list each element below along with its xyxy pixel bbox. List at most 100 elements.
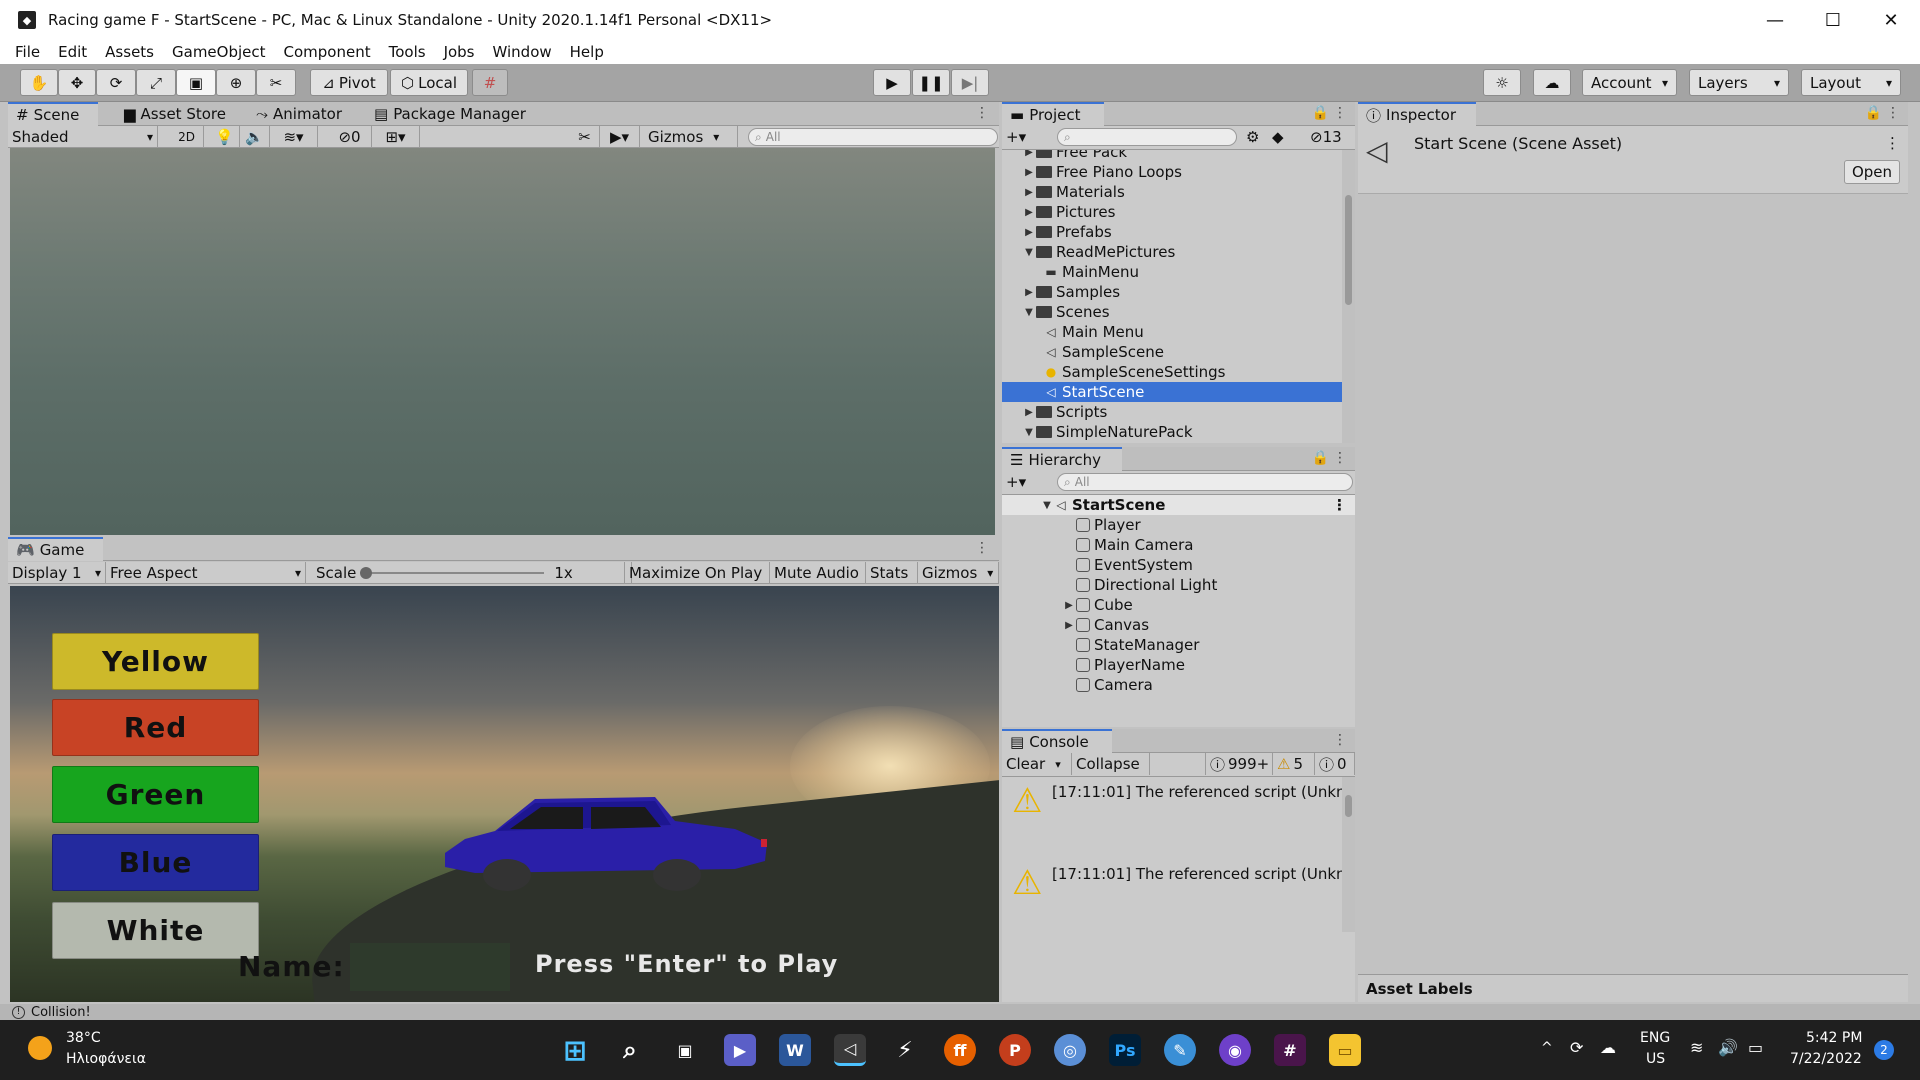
maximize-button[interactable]: ☐ bbox=[1804, 0, 1862, 40]
scene-search-input[interactable]: ⌕ All bbox=[748, 128, 998, 146]
tab-game[interactable]: 🎮 Game bbox=[8, 537, 103, 561]
warning-filter-toggle[interactable]: ⚠ 5 bbox=[1273, 753, 1315, 775]
hierarchy-menu-icon[interactable]: ⋮ bbox=[1333, 450, 1347, 466]
cloud-icon[interactable]: ☁ bbox=[1533, 69, 1571, 96]
paint-icon[interactable]: ✎ bbox=[1164, 1034, 1196, 1066]
account-dropdown[interactable]: Account bbox=[1582, 69, 1677, 96]
scene-viewport[interactable] bbox=[10, 148, 995, 535]
tab-package-manager[interactable]: ▤ Package Manager bbox=[366, 102, 534, 126]
file-explorer-icon[interactable]: ▭ bbox=[1329, 1034, 1361, 1066]
project-scrollbar[interactable] bbox=[1342, 150, 1355, 443]
grid-snap-icon[interactable]: # bbox=[472, 69, 508, 96]
expand-arrow-icon[interactable]: ▶ bbox=[1062, 600, 1076, 611]
game-viewport[interactable]: Yellow Red Green Blue White Name: Press … bbox=[10, 586, 999, 1002]
status-message[interactable]: Collision! bbox=[31, 1005, 91, 1020]
project-item[interactable]: ◁ SampleScene bbox=[1002, 342, 1342, 362]
hand-tool-icon[interactable]: ✋ bbox=[20, 69, 58, 96]
console-scroll-thumb[interactable] bbox=[1345, 795, 1352, 817]
project-item[interactable]: ▶ Free Pack bbox=[1002, 150, 1342, 162]
network-globe-icon[interactable]: ◎ bbox=[1054, 1034, 1086, 1066]
tab-project[interactable]: ▬ Project bbox=[1002, 102, 1104, 126]
game-gizmos-dropdown[interactable]: Gizmos bbox=[918, 562, 999, 584]
hierarchy-add-button[interactable]: +▾ bbox=[1002, 471, 1042, 493]
collapse-arrow-icon[interactable]: ▼ bbox=[1022, 247, 1036, 258]
root-menu-icon[interactable]: ⋮ bbox=[1332, 496, 1347, 514]
search-by-type-icon[interactable]: ⚙ bbox=[1242, 126, 1268, 148]
onedrive-icon[interactable]: ☁ bbox=[1600, 1038, 1616, 1057]
tab-animator[interactable]: ⤳ Animator bbox=[248, 102, 350, 126]
project-item[interactable]: ◁ StartScene bbox=[1002, 382, 1342, 402]
project-search-input[interactable]: ⌕ bbox=[1057, 128, 1237, 146]
hierarchy-item[interactable]: Camera bbox=[1002, 675, 1355, 695]
project-item[interactable]: ▶ Scripts bbox=[1002, 402, 1342, 422]
project-item[interactable]: ▶ Samples bbox=[1002, 282, 1342, 302]
collapse-toggle[interactable]: Collapse bbox=[1072, 753, 1150, 775]
hierarchy-search-input[interactable]: ⌕ All bbox=[1057, 473, 1353, 491]
menu-file[interactable]: File bbox=[6, 43, 49, 61]
step-button[interactable]: ▶| bbox=[951, 69, 989, 96]
effects-icon[interactable]: ≋▾ bbox=[270, 126, 318, 148]
powerpoint-icon[interactable]: P bbox=[999, 1034, 1031, 1066]
play-button[interactable]: ▶ bbox=[873, 69, 911, 96]
windows-start-icon[interactable]: ⊞ bbox=[559, 1034, 591, 1067]
console-menu-icon[interactable]: ⋮ bbox=[1333, 732, 1347, 748]
project-item[interactable]: ▶ Free Piano Loops bbox=[1002, 162, 1342, 182]
menu-edit[interactable]: Edit bbox=[49, 43, 96, 61]
battery-icon[interactable]: ▭ bbox=[1748, 1038, 1763, 1057]
notification-badge[interactable]: 2 bbox=[1874, 1040, 1894, 1060]
yellow-button[interactable]: Yellow bbox=[52, 633, 259, 690]
clear-dropdown-icon[interactable]: ▾ bbox=[1055, 758, 1061, 771]
scene-gizmos-dropdown[interactable]: Gizmos bbox=[644, 126, 738, 148]
inspector-header-menu-icon[interactable]: ⋮ bbox=[1885, 134, 1900, 152]
clear-button[interactable]: Clear ▾ bbox=[1002, 753, 1072, 775]
hierarchy-item[interactable]: PlayerName bbox=[1002, 655, 1355, 675]
expand-arrow-icon[interactable]: ▼ bbox=[1040, 500, 1054, 511]
project-hidden-toggle[interactable]: ⊘ 13 bbox=[1306, 126, 1354, 148]
slack-icon[interactable]: # bbox=[1274, 1034, 1306, 1066]
tab-console[interactable]: ▤ Console bbox=[1002, 729, 1112, 753]
layers-dropdown[interactable]: Layers bbox=[1689, 69, 1789, 96]
display-dropdown[interactable]: Display 1 bbox=[8, 562, 106, 584]
menu-component[interactable]: Component bbox=[275, 43, 380, 61]
clock-date[interactable]: 7/22/2022 bbox=[1790, 1051, 1862, 1067]
word-icon[interactable]: W bbox=[779, 1034, 811, 1066]
console-message-row[interactable]: ⚠ [17:11:01] The referenced script (Unkn… bbox=[1002, 859, 1342, 939]
firefox-icon[interactable]: ff bbox=[944, 1034, 976, 1066]
scale-tool-icon[interactable]: ⤢ bbox=[136, 69, 176, 96]
asset-labels-bar[interactable]: Asset Labels bbox=[1358, 974, 1908, 1002]
project-item[interactable]: ▶ Prefabs bbox=[1002, 222, 1342, 242]
github-desktop-icon[interactable]: ◉ bbox=[1219, 1034, 1251, 1066]
rect-tool-icon[interactable]: ▣ bbox=[176, 69, 216, 96]
volume-icon[interactable]: 🔊 bbox=[1718, 1038, 1738, 1057]
project-item[interactable]: ◁ Main Menu bbox=[1002, 322, 1342, 342]
clock-time[interactable]: 5:42 PM bbox=[1806, 1030, 1862, 1046]
name-input[interactable] bbox=[350, 943, 510, 991]
tab-hierarchy[interactable]: ☰ Hierarchy bbox=[1002, 447, 1122, 471]
pause-button[interactable]: ❚❚ bbox=[912, 69, 950, 96]
custom-tool-icon[interactable]: ✂ bbox=[256, 69, 296, 96]
white-button[interactable]: White bbox=[52, 902, 259, 959]
project-add-button[interactable]: +▾ bbox=[1002, 126, 1042, 148]
hierarchy-item[interactable]: EventSystem bbox=[1002, 555, 1355, 575]
project-scroll-thumb[interactable] bbox=[1345, 195, 1352, 305]
wifi-icon[interactable]: ≋ bbox=[1690, 1038, 1703, 1057]
search-taskbar-icon[interactable]: ⌕ bbox=[614, 1034, 646, 1066]
expand-arrow-icon[interactable]: ▶ bbox=[1022, 287, 1036, 298]
scale-slider[interactable]: Scale 1x bbox=[312, 562, 632, 584]
2d-toggle[interactable]: 2D bbox=[170, 126, 204, 148]
expand-arrow-icon[interactable]: ▶ bbox=[1062, 620, 1076, 631]
expand-arrow-icon[interactable]: ▶ bbox=[1022, 167, 1036, 178]
scene-menu-icon[interactable]: ⋮ bbox=[975, 105, 989, 121]
console-scrollbar[interactable] bbox=[1342, 777, 1355, 932]
expand-arrow-icon[interactable]: ▶ bbox=[1022, 207, 1036, 218]
unity-hub-icon[interactable]: ⚡ bbox=[889, 1034, 921, 1066]
expand-arrow-icon[interactable]: ▶ bbox=[1022, 407, 1036, 418]
green-button[interactable]: Green bbox=[52, 766, 259, 823]
hierarchy-item[interactable]: Directional Light bbox=[1002, 575, 1355, 595]
project-item[interactable]: ▶ Materials bbox=[1002, 182, 1342, 202]
collapse-arrow-icon[interactable]: ▼ bbox=[1022, 307, 1036, 318]
open-button[interactable]: Open bbox=[1844, 160, 1900, 184]
project-item[interactable]: ▼ SimpleNaturePack bbox=[1002, 422, 1342, 442]
inspector-lock-icon[interactable]: 🔒 bbox=[1865, 105, 1882, 121]
project-menu-icon[interactable]: ⋮ bbox=[1333, 105, 1347, 121]
